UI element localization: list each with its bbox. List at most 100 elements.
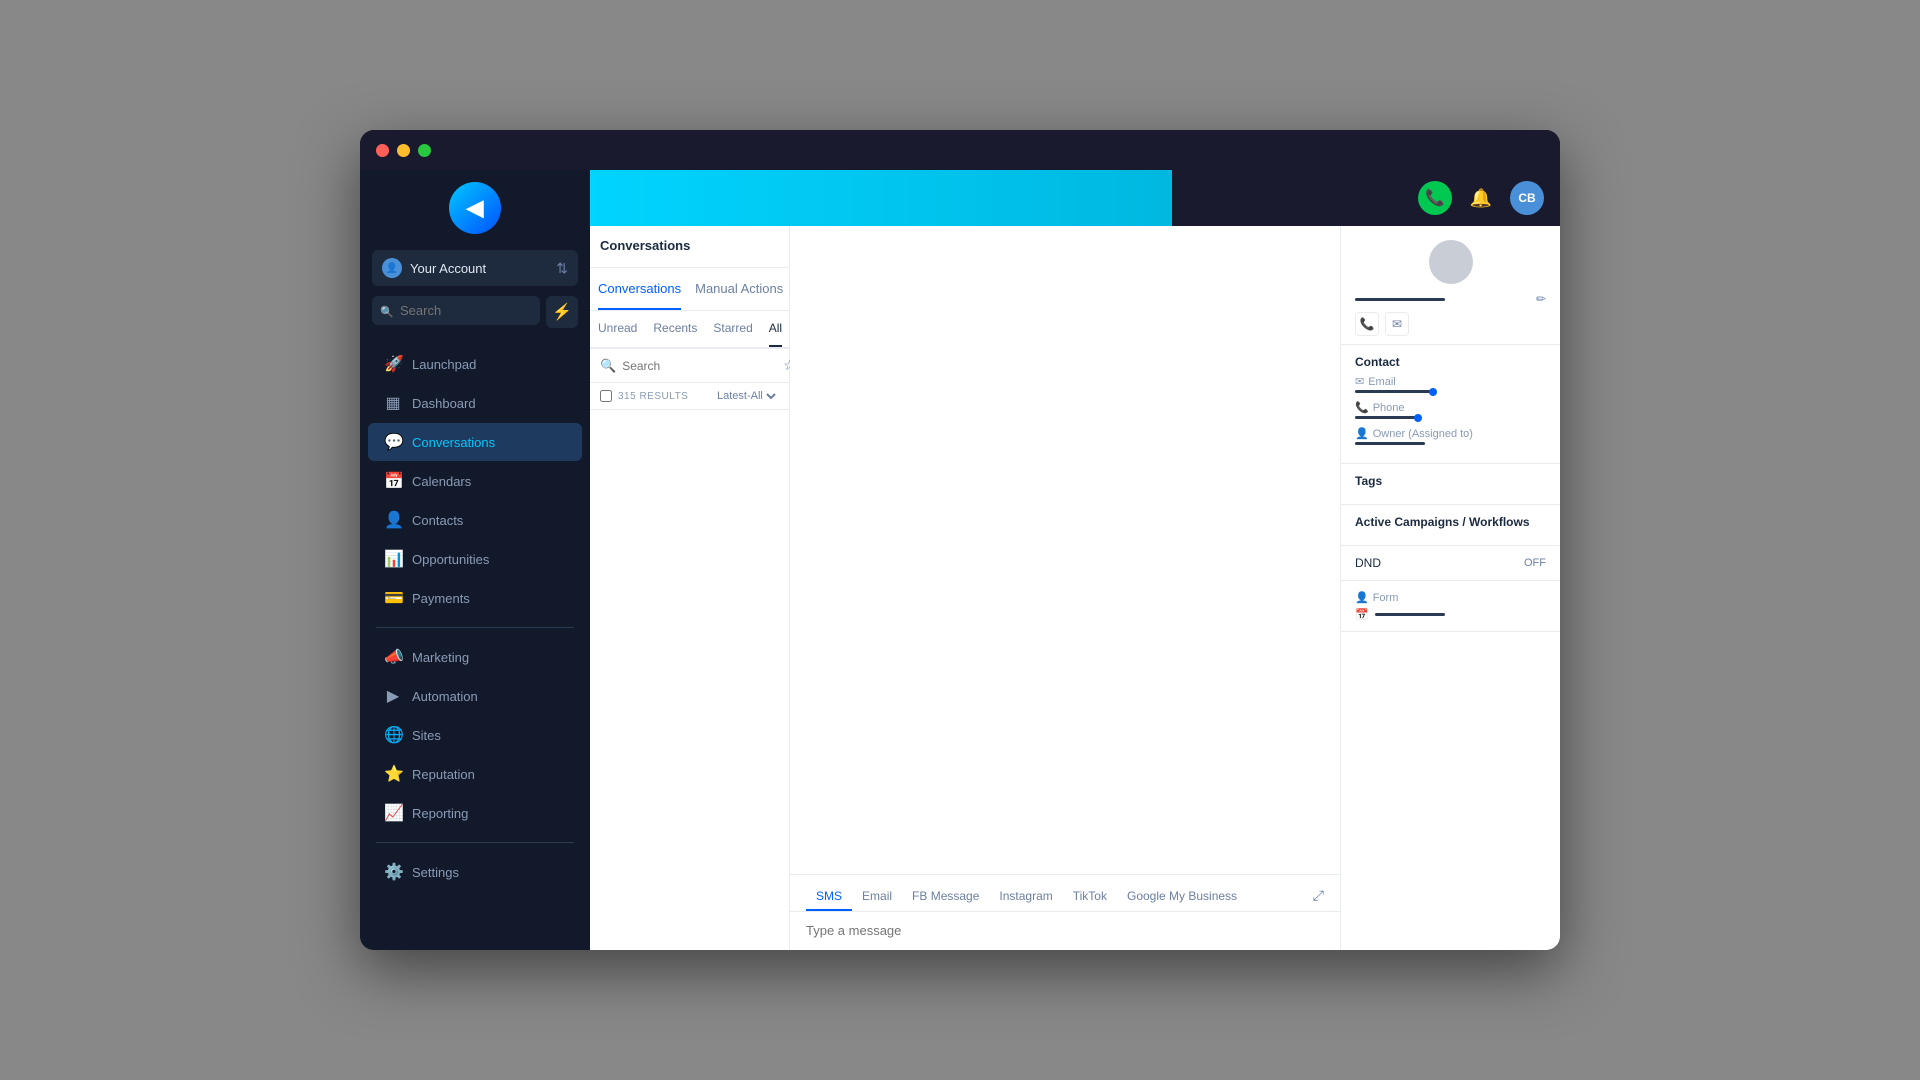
compose-tab-label-instagram: Instagram bbox=[999, 889, 1052, 903]
account-selector[interactable]: 👤 Your Account ⇅ bbox=[372, 250, 578, 286]
minimize-btn[interactable] bbox=[397, 144, 410, 157]
sidebar-item-label-sites: Sites bbox=[412, 728, 441, 743]
compose-tab-gmb[interactable]: Google My Business bbox=[1117, 883, 1247, 911]
sidebar-item-automation[interactable]: ▶ Automation bbox=[368, 677, 582, 715]
sidebar-item-label-launchpad: Launchpad bbox=[412, 357, 476, 372]
app-logo[interactable]: ◀ bbox=[449, 182, 501, 234]
sidebar-item-payments[interactable]: 💳 Payments bbox=[368, 579, 582, 617]
form-value-row: 📅 bbox=[1355, 608, 1546, 621]
tags-section: Tags bbox=[1341, 464, 1560, 505]
compose-tab-email[interactable]: Email bbox=[852, 883, 902, 911]
tab-manual-actions[interactable]: Manual Actions bbox=[695, 269, 783, 310]
sidebar-item-contacts[interactable]: 👤 Contacts bbox=[368, 501, 582, 539]
compose-tabs: SMS Email FB Message Instagram bbox=[790, 875, 1340, 912]
phone-value-bar bbox=[1355, 416, 1420, 419]
email-value-bar bbox=[1355, 390, 1435, 393]
sidebar-nav: 🚀 Launchpad ▦ Dashboard 💬 Conversations … bbox=[360, 344, 590, 938]
conv-search-input[interactable] bbox=[622, 359, 777, 373]
main-tabs-row: Conversations Conversations Manual Actio… bbox=[590, 226, 789, 349]
calendars-icon: 📅 bbox=[384, 471, 402, 491]
center-panel: SMS Email FB Message Instagram bbox=[790, 226, 1340, 950]
user-avatar[interactable]: CB bbox=[1510, 181, 1544, 215]
search-wrapper bbox=[372, 296, 540, 328]
notification-button[interactable]: 🔔 bbox=[1464, 181, 1498, 215]
sidebar-item-reputation[interactable]: ⭐ Reputation bbox=[368, 755, 582, 793]
sidebar-item-calendars[interactable]: 📅 Calendars bbox=[368, 462, 582, 500]
sidebar-item-opportunities[interactable]: 📊 Opportunities bbox=[368, 540, 582, 578]
contact-name-bar bbox=[1355, 298, 1445, 301]
edit-contact-icon[interactable]: ✏ bbox=[1536, 292, 1546, 306]
compose-input-area bbox=[790, 912, 1340, 950]
payments-icon: 💳 bbox=[384, 588, 402, 608]
bell-icon: 🔔 bbox=[1470, 188, 1492, 209]
email-contact-icon[interactable]: ✉ bbox=[1385, 312, 1409, 336]
sidebar-item-sites[interactable]: 🌐 Sites bbox=[368, 716, 582, 754]
tags-section-title: Tags bbox=[1355, 474, 1546, 488]
sidebar-item-label-settings: Settings bbox=[412, 865, 459, 880]
phone-field-row: 📞 Phone bbox=[1355, 401, 1546, 419]
settings-icon: ⚙️ bbox=[384, 862, 402, 882]
sidebar-item-launchpad[interactable]: 🚀 Launchpad bbox=[368, 345, 582, 383]
campaigns-section: Active Campaigns / Workflows bbox=[1341, 505, 1560, 546]
results-count: 315 RESULTS bbox=[618, 391, 688, 402]
marketing-icon: 📣 bbox=[384, 647, 402, 667]
sidebar-item-settings[interactable]: ⚙️ Settings bbox=[368, 853, 582, 891]
expand-compose-icon[interactable]: ⤢ bbox=[1313, 887, 1324, 904]
main-content: 📞 🔔 CB bbox=[590, 170, 1560, 950]
email-icon: ✉ bbox=[1355, 375, 1364, 388]
account-selector-left: 👤 Your Account bbox=[382, 258, 486, 278]
conv-list-header: 🔍 ☆ ✏ bbox=[590, 349, 789, 383]
conversations-icon: 💬 bbox=[384, 432, 402, 452]
sidebar-item-label-reporting: Reporting bbox=[412, 806, 468, 821]
sidebar-item-dashboard[interactable]: ▦ Dashboard bbox=[368, 384, 582, 422]
topbar-actions: 📞 🔔 CB bbox=[1418, 181, 1544, 215]
dnd-value: OFF bbox=[1524, 557, 1546, 569]
dnd-label: DND bbox=[1355, 556, 1381, 570]
subtab-unread[interactable]: Unread bbox=[598, 311, 637, 347]
conv-results-bar: 315 RESULTS Latest-All bbox=[590, 383, 789, 410]
subtab-recents[interactable]: Recents bbox=[653, 311, 697, 347]
sidebar: ◀ 👤 Your Account ⇅ ⚡ 🚀 bbox=[360, 170, 590, 950]
search-input[interactable] bbox=[372, 296, 540, 325]
form-label: 👤 Form bbox=[1355, 591, 1546, 604]
message-input[interactable] bbox=[806, 923, 1324, 938]
conversations-panel: Conversations Conversations Manual Actio… bbox=[590, 226, 790, 950]
dnd-row: DND OFF bbox=[1355, 556, 1546, 570]
subtab-starred[interactable]: Starred bbox=[713, 311, 752, 347]
compose-tab-instagram[interactable]: Instagram bbox=[989, 883, 1062, 911]
tab-conversations-title[interactable]: Conversations bbox=[600, 226, 690, 267]
contact-avatar bbox=[1429, 240, 1473, 284]
compose-tab-tiktok[interactable]: TikTok bbox=[1063, 883, 1117, 911]
tab-conversations[interactable]: Conversations bbox=[598, 269, 681, 310]
lightning-icon: ⚡ bbox=[552, 302, 572, 322]
compose-tab-fb[interactable]: FB Message bbox=[902, 883, 989, 911]
titlebar bbox=[360, 130, 1560, 170]
close-btn[interactable] bbox=[376, 144, 389, 157]
phone-button[interactable]: 📞 bbox=[1418, 181, 1452, 215]
form-section: 👤 Form 📅 bbox=[1341, 581, 1560, 632]
automation-icon: ▶ bbox=[384, 686, 402, 706]
form-icon: 👤 bbox=[1355, 591, 1369, 604]
compose-tab-sms[interactable]: SMS bbox=[806, 883, 852, 911]
sidebar-logo: ◀ bbox=[360, 182, 590, 234]
launchpad-icon: 🚀 bbox=[384, 354, 402, 374]
sidebar-item-conversations[interactable]: 💬 Conversations bbox=[368, 423, 582, 461]
lightning-button[interactable]: ⚡ bbox=[546, 296, 578, 328]
calendar-form-icon: 📅 bbox=[1355, 608, 1369, 621]
subtab-all[interactable]: All bbox=[769, 311, 782, 347]
sort-select[interactable]: Latest-All bbox=[713, 389, 779, 403]
select-all-checkbox[interactable] bbox=[600, 390, 612, 402]
contact-info-section: Contact ✉ Email 📞 Phone bbox=[1341, 345, 1560, 464]
sidebar-item-marketing[interactable]: 📣 Marketing bbox=[368, 638, 582, 676]
tab-label: Conversations bbox=[598, 281, 681, 296]
sidebar-item-reporting[interactable]: 📈 Reporting bbox=[368, 794, 582, 832]
content-area: Conversations Conversations Manual Actio… bbox=[590, 226, 1560, 950]
phone-contact-icon[interactable]: 📞 bbox=[1355, 312, 1379, 336]
maximize-btn[interactable] bbox=[418, 144, 431, 157]
compose-tab-label-gmb: Google My Business bbox=[1127, 889, 1237, 903]
app-body: ◀ 👤 Your Account ⇅ ⚡ 🚀 bbox=[360, 170, 1560, 950]
email-field-label: ✉ Email bbox=[1355, 375, 1546, 388]
owner-icon: 👤 bbox=[1355, 427, 1369, 440]
nav-divider-2 bbox=[376, 842, 574, 843]
conv-search-icon: 🔍 bbox=[600, 358, 616, 374]
